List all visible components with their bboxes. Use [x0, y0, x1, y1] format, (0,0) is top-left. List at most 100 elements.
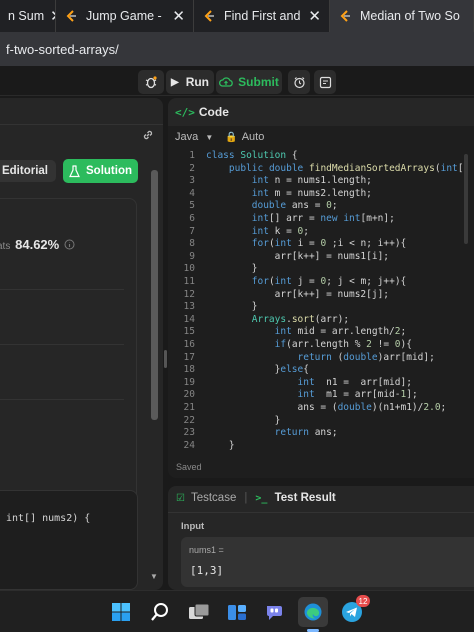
address-bar[interactable]: f-two-sorted-arrays/	[0, 32, 474, 66]
code-line[interactable]: 18 }else{	[168, 364, 474, 377]
note-icon	[319, 76, 331, 88]
editor-header: </> Code	[168, 98, 474, 126]
code-line[interactable]: 1 class Solution {	[168, 150, 474, 163]
code-line[interactable]: 15 int mid = arr.length/2;	[168, 326, 474, 339]
code-text: public double findMedianSortedArrays(int…	[228, 162, 469, 174]
tab-title: Median of Two So	[360, 9, 460, 23]
line-number: 7	[189, 225, 195, 237]
editorial-button[interactable]: Editorial	[0, 160, 56, 182]
code-text: return ans;	[274, 427, 338, 439]
panel-resize-handle[interactable]	[164, 350, 167, 368]
teams-chat-icon[interactable]	[260, 597, 290, 627]
code-line[interactable]: 3 int n = nums1.length;	[168, 175, 474, 188]
lock-icon: 🔒	[225, 131, 238, 143]
browser-tab-find-first[interactable]: Find First and Last ✕	[194, 0, 330, 32]
solution-button[interactable]: Solution	[63, 159, 138, 183]
browser-tab-median-two-sorted[interactable]: Median of Two So	[330, 0, 474, 32]
url-text: f-two-sorted-arrays/	[6, 41, 119, 57]
code-line[interactable]: 4 int m = nums2.length;	[168, 188, 474, 201]
code-line[interactable]: 8 for(int i = 0 ;i < n; i++){	[168, 238, 474, 251]
task-view-icon[interactable]	[184, 597, 214, 627]
test-result-panel: ☑ Testcase | >_ Test Result Input nums1 …	[168, 486, 474, 590]
code-preview-text: int[] nums2) {	[6, 513, 91, 524]
left-panel-header	[0, 124, 163, 125]
code-line[interactable]: 22 }	[168, 415, 474, 428]
code-text: }else{	[206, 364, 309, 376]
code-text: int m = nums2.length;	[251, 187, 372, 199]
code-text: int m1 = arr[mid-1];	[297, 389, 418, 401]
code-line[interactable]: 5 double ans = 0;	[168, 200, 474, 213]
code-line[interactable]: 13 }	[168, 301, 474, 314]
description-panel: Editorial Solution ats 84.62% 11ms 13ms …	[0, 98, 163, 590]
line-number: 11	[183, 276, 195, 287]
code-area[interactable]: 1 class Solution {2 public double findMed…	[168, 150, 474, 453]
debug-button[interactable]	[138, 70, 164, 94]
language-select[interactable]: Java ▼	[175, 131, 213, 143]
link-icon[interactable]	[141, 128, 155, 142]
line-number: 16	[183, 339, 195, 350]
alarm-clock-icon	[293, 76, 305, 88]
code-line[interactable]: 19 int n1 = arr[mid];	[168, 377, 474, 390]
code-line[interactable]: 24 }	[168, 440, 474, 453]
browser-tab-jump-game[interactable]: Jump Game - Leet ✕	[56, 0, 194, 32]
checkbox-icon: ☑	[176, 493, 185, 504]
input-label: Input	[181, 521, 205, 532]
code-text: double ans = 0;	[251, 200, 338, 212]
code-line[interactable]: 20 int m1 = arr[mid-1];	[168, 389, 474, 402]
terminal-icon: >_	[255, 493, 268, 504]
line-number: 20	[183, 389, 195, 401]
telegram-icon[interactable]: 12	[337, 595, 370, 627]
tab-test-result[interactable]: >_ Test Result	[255, 492, 335, 504]
code-text: int[] arr = new int[m+n];	[251, 213, 395, 224]
code-text: class Solution {	[206, 150, 298, 161]
line-number: 9	[189, 250, 195, 262]
close-tab-icon[interactable]: ✕	[166, 7, 185, 25]
code-editor-panel: </> Code Java ▼ 🔒 Auto 1 class Solution {…	[168, 98, 474, 478]
solution-label: Solution	[86, 165, 132, 177]
code-line[interactable]: 6 int[] arr = new int[m+n];	[168, 213, 474, 226]
line-number: 8	[189, 238, 195, 250]
start-windows-icon[interactable]	[106, 597, 136, 627]
tab-testcase[interactable]: ☑ Testcase	[176, 492, 236, 504]
left-scrollbar[interactable]	[151, 170, 158, 420]
browser-tab-two-sum[interactable]: n Sum ✕	[0, 0, 56, 32]
browser-tab-bar: n Sum ✕ Jump Game - Leet ✕ Find First an…	[0, 0, 474, 32]
result-divider	[168, 512, 474, 513]
editor-scrollbar[interactable]	[464, 154, 468, 244]
notes-button[interactable]	[314, 70, 336, 94]
code-line[interactable]: 14 Arrays.sort(arr);	[168, 314, 474, 327]
close-tab-icon[interactable]: ✕	[44, 7, 55, 25]
save-status: Saved	[176, 462, 202, 472]
code-text: }	[206, 439, 235, 451]
timer-button[interactable]	[288, 70, 310, 94]
tab-testcase-label: Testcase	[190, 492, 237, 504]
line-number: 4	[189, 187, 195, 199]
code-line[interactable]: 21 ans = (double)(n1+m1)/2.0;	[168, 402, 474, 415]
code-line[interactable]: 9 arr[k++] = nums1[i];	[168, 251, 474, 264]
code-line[interactable]: 11 for(int j = 0; j < m; j++){	[168, 276, 474, 289]
code-text: int n1 = arr[mid];	[297, 376, 412, 388]
code-line[interactable]: 2 public double findMedianSortedArrays(i…	[168, 163, 474, 176]
leetcode-favicon-icon	[66, 10, 76, 22]
beats-text: ats 84.62%	[0, 237, 75, 252]
beats-label: ats	[0, 241, 11, 252]
code-line[interactable]: 12 arr[k++] = nums2[j];	[168, 289, 474, 302]
search-icon[interactable]	[145, 597, 175, 627]
line-number: 22	[183, 414, 195, 426]
code-line[interactable]: 16 if(arr.length % 2 != 0){	[168, 339, 474, 352]
tab-result-label: Test Result	[274, 492, 336, 504]
widgets-icon[interactable]	[222, 597, 252, 627]
submit-button[interactable]: Submit	[216, 70, 282, 94]
code-line[interactable]: 7 int k = 0;	[168, 226, 474, 239]
scroll-down-arrow-icon[interactable]: ▼	[150, 572, 158, 581]
code-text: if(arr.length % 2 != 0){	[274, 339, 412, 350]
code-line[interactable]: 23 return ans;	[168, 427, 474, 440]
run-button[interactable]: ▶ Run	[166, 70, 214, 94]
edge-browser-icon[interactable]	[298, 597, 328, 627]
tab-title: Find First and Last	[224, 9, 302, 23]
close-tab-icon[interactable]: ✕	[302, 7, 321, 25]
code-line[interactable]: 10 }	[168, 263, 474, 276]
code-line[interactable]: 17 return (double)arr[mid];	[168, 352, 474, 365]
grid-line	[0, 289, 124, 290]
code-icon: </>	[175, 105, 195, 119]
